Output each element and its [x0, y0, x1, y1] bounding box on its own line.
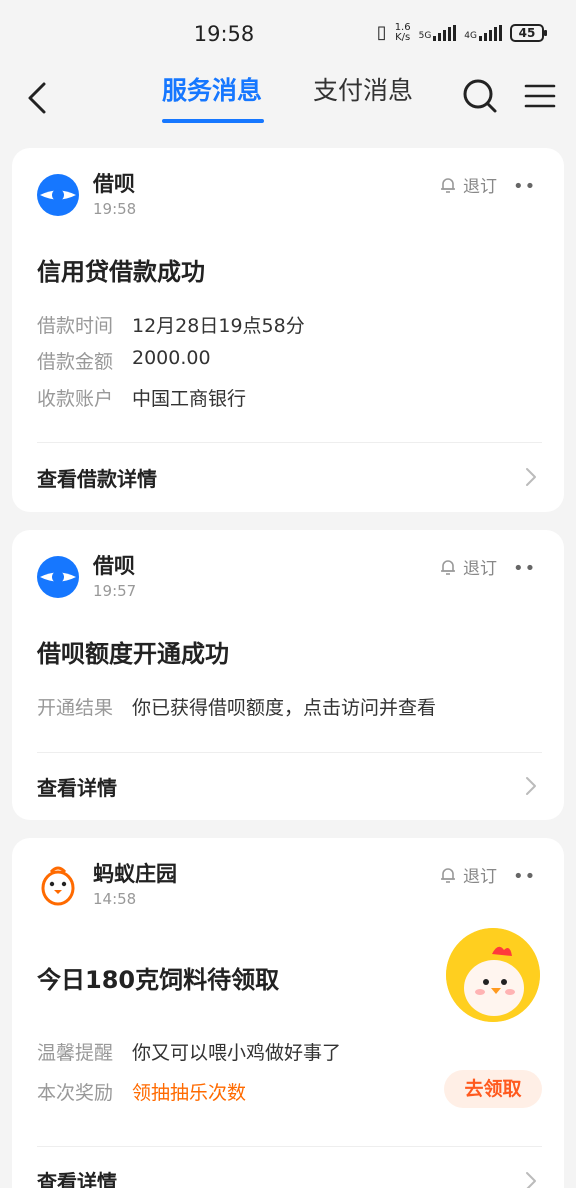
unsubscribe-label: 退订: [463, 559, 497, 579]
view-details-link[interactable]: 查看详情: [37, 1166, 117, 1188]
signal-bars-icon: [433, 24, 457, 41]
bell-icon: [441, 559, 455, 575]
card-header: 借呗 19:58 退订 ••: [37, 168, 542, 218]
info-row: 借款金额 2000.00: [37, 347, 211, 374]
card-title: 今日180克饲料待领取: [37, 966, 280, 994]
divider: [37, 442, 542, 443]
speed-value: 1.6: [394, 21, 411, 33]
view-details-link[interactable]: 查看详情: [37, 772, 117, 801]
net-4g-label: 4G: [464, 30, 477, 41]
row-label: 借款时间: [37, 315, 114, 337]
row-label: 温馨提醒: [37, 1042, 114, 1064]
message-time: 19:58: [93, 200, 137, 218]
more-icon[interactable]: ••: [513, 866, 536, 887]
status-icons: ▯ 1.6 K/s 5G 4G 45: [376, 21, 547, 43]
jiebei-logo-icon: [37, 556, 79, 598]
network-speed: 1.6 K/s: [394, 21, 411, 43]
row-value: 2000.00: [132, 347, 211, 369]
claim-button[interactable]: 去领取: [444, 1070, 542, 1108]
tab-service-messages[interactable]: 服务消息: [162, 74, 262, 122]
signal-bars-icon: [479, 24, 502, 41]
info-row: 开通结果 你已获得借呗额度，点击访问并查看: [37, 693, 436, 720]
chevron-right-icon: [526, 468, 536, 486]
row-value: 12月28日19点58分: [132, 315, 305, 337]
card-title: 信用贷借款成功: [37, 258, 205, 286]
bell-icon: [441, 177, 455, 193]
sender-name: 借呗: [93, 554, 135, 578]
divider: [37, 1146, 542, 1147]
unsubscribe-label: 退订: [463, 177, 497, 197]
row-label: 借款金额: [37, 351, 114, 373]
jiebei-logo-icon: [37, 174, 79, 216]
message-time: 14:58: [93, 890, 137, 908]
tab-payment-messages[interactable]: 支付消息: [313, 74, 413, 122]
chick-illustration: [446, 928, 540, 1022]
back-arrow-icon[interactable]: [24, 80, 54, 116]
row-value: 你已获得借呗额度，点击访问并查看: [132, 697, 437, 719]
unsubscribe-button[interactable]: 退订: [439, 172, 497, 197]
info-row: 收款账户 中国工商银行: [37, 384, 246, 411]
ant-farm-chick-logo-icon: [41, 866, 75, 906]
row-label: 本次奖励: [37, 1082, 114, 1104]
chevron-right-icon: [526, 1172, 536, 1188]
reward-value: 领抽抽乐次数: [132, 1082, 247, 1104]
more-icon[interactable]: ••: [513, 558, 536, 579]
menu-icon[interactable]: [524, 82, 556, 110]
message-card[interactable]: 蚂蚁庄园 14:58 退订 •• 今日180克饲料待领取 温馨提醒 你又可以喂小…: [12, 838, 564, 1188]
divider: [37, 752, 542, 753]
bell-icon: [441, 867, 455, 883]
unsubscribe-button[interactable]: 退订: [439, 554, 497, 579]
sender-name: 蚂蚁庄园: [93, 862, 177, 886]
row-value: 中国工商银行: [132, 388, 247, 410]
row-value: 你又可以喂小鸡做好事了: [132, 1042, 342, 1064]
sender-name: 借呗: [93, 172, 135, 196]
speed-unit: K/s: [395, 31, 411, 43]
card-title: 借呗额度开通成功: [37, 640, 229, 668]
signal-4g: 4G: [464, 24, 502, 41]
battery-icon: 45: [510, 23, 547, 42]
card-header: 蚂蚁庄园 14:58 退订 ••: [37, 858, 542, 908]
chick-image-icon: [446, 928, 540, 1022]
message-time: 19:57: [93, 582, 137, 600]
message-card[interactable]: 借呗 19:58 退订 •• 信用贷借款成功 借款时间 12月28日19点58分…: [12, 148, 564, 512]
vibrate-icon: ▯: [376, 22, 387, 43]
info-row: 借款时间 12月28日19点58分: [37, 311, 305, 338]
info-row: 本次奖励 领抽抽乐次数: [37, 1078, 246, 1105]
net-5g-label: 5G: [418, 30, 432, 41]
unsubscribe-button[interactable]: 退订: [439, 862, 497, 887]
card-header: 借呗 19:57 退订 ••: [37, 550, 542, 600]
view-loan-details-link[interactable]: 查看借款详情: [37, 463, 157, 492]
unsubscribe-label: 退订: [463, 867, 497, 887]
status-bar: 19:58 ▯ 1.6 K/s 5G 4G 45: [0, 0, 576, 66]
row-label: 开通结果: [37, 697, 114, 719]
info-row: 温馨提醒 你又可以喂小鸡做好事了: [37, 1038, 341, 1065]
row-label: 收款账户: [37, 388, 114, 410]
nav-bar: 服务消息 支付消息: [0, 66, 576, 130]
more-icon[interactable]: ••: [513, 176, 536, 197]
search-icon[interactable]: [462, 78, 498, 114]
active-tab-indicator: [162, 119, 264, 123]
message-card[interactable]: 借呗 19:57 退订 •• 借呗额度开通成功 开通结果 你已获得借呗额度，点击…: [12, 530, 564, 820]
signal-5g: 5G: [418, 24, 457, 41]
chevron-right-icon: [526, 777, 536, 795]
